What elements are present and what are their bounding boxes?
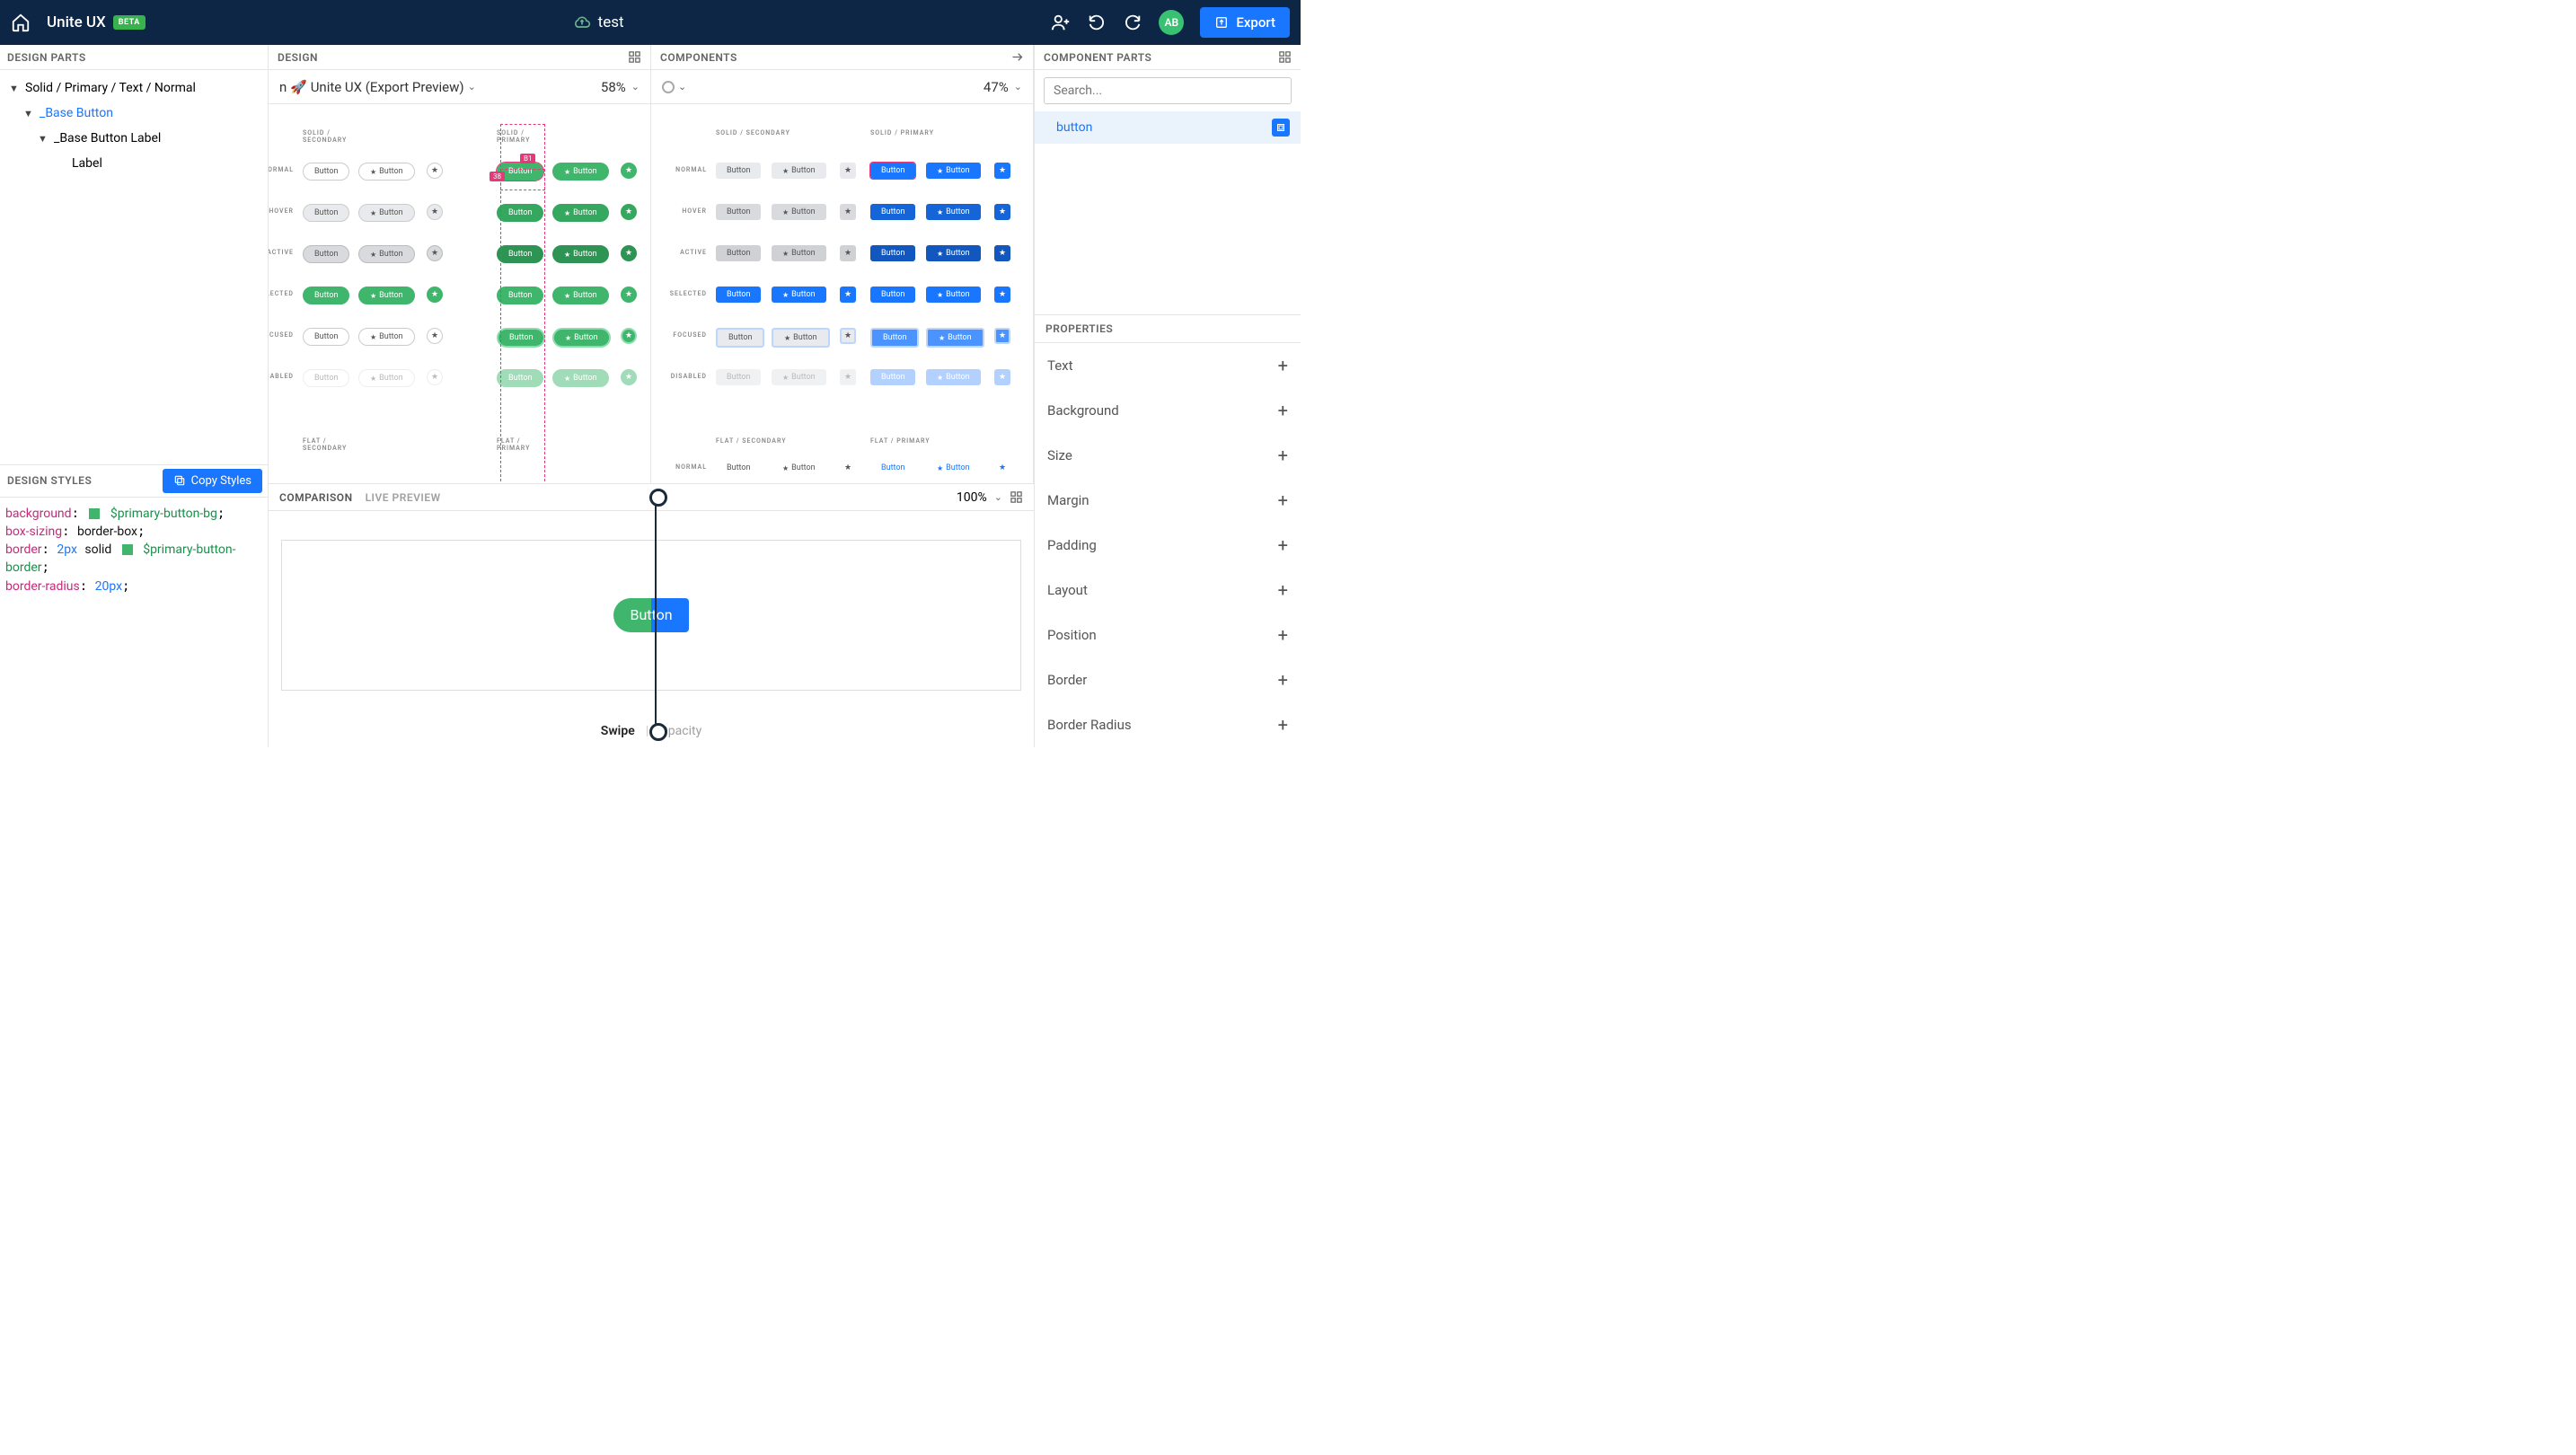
beta-badge: BETA bbox=[113, 15, 146, 30]
color-swatch bbox=[122, 544, 133, 555]
tree-l1-label: _Base Button bbox=[40, 106, 113, 120]
design-zoom[interactable]: 58% ⌄ bbox=[601, 79, 640, 95]
components-breadcrumb[interactable]: ⌄ bbox=[662, 81, 686, 93]
radio-icon bbox=[662, 81, 675, 93]
collapse-icon[interactable] bbox=[1010, 50, 1024, 64]
design-canvas[interactable]: SOLID / SECONDARYSOLID / PRIMARYNORMALBu… bbox=[269, 104, 650, 483]
tree-root[interactable]: ▼ Solid / Primary / Text / Normal bbox=[0, 75, 268, 101]
property-label: Size bbox=[1047, 447, 1072, 463]
preview-button: Button bbox=[613, 598, 689, 632]
comparison-zoom[interactable]: 100% ⌄ bbox=[957, 490, 1023, 505]
property-row[interactable]: Border Radius + bbox=[1035, 702, 1301, 747]
property-row[interactable]: Border + bbox=[1035, 657, 1301, 702]
plus-icon: + bbox=[1278, 445, 1288, 466]
chevron-down-icon: ▼ bbox=[23, 108, 34, 119]
tab-comparison[interactable]: COMPARISON bbox=[279, 491, 353, 504]
chevron-down-icon: ⌄ bbox=[994, 491, 1002, 503]
mode-swipe[interactable]: Swipe bbox=[601, 724, 635, 738]
plus-icon: + bbox=[1278, 489, 1288, 511]
tree-label[interactable]: Label bbox=[0, 151, 268, 176]
property-row[interactable]: Size + bbox=[1035, 433, 1301, 478]
frame-icon bbox=[1272, 119, 1290, 137]
color-swatch bbox=[89, 508, 100, 519]
design-styles-header: DESIGN STYLES bbox=[7, 474, 92, 487]
redo-icon[interactable] bbox=[1123, 13, 1142, 32]
chevron-down-icon: ⌄ bbox=[678, 81, 686, 93]
export-button[interactable]: Export bbox=[1200, 7, 1290, 38]
topbar: Unite UX BETA test AB Export bbox=[0, 0, 1301, 45]
plus-icon: + bbox=[1278, 624, 1288, 646]
project-name: test bbox=[598, 13, 624, 31]
property-label: Layout bbox=[1047, 582, 1088, 598]
comparison-frame: Button bbox=[281, 540, 1021, 691]
plus-icon: + bbox=[1278, 579, 1288, 601]
divider: | bbox=[646, 724, 648, 738]
plus-icon: + bbox=[1278, 400, 1288, 421]
components-zoom[interactable]: 47% ⌄ bbox=[984, 79, 1022, 95]
property-row[interactable]: Layout + bbox=[1035, 568, 1301, 613]
copy-styles-label: Copy Styles bbox=[191, 474, 251, 488]
copy-styles-button[interactable]: Copy Styles bbox=[163, 469, 262, 493]
property-row[interactable]: Position + bbox=[1035, 613, 1301, 657]
swipe-handle[interactable] bbox=[655, 495, 657, 735]
plus-icon: + bbox=[1278, 355, 1288, 376]
property-label: Position bbox=[1047, 627, 1097, 643]
undo-icon[interactable] bbox=[1087, 13, 1107, 32]
maximize-icon[interactable] bbox=[628, 50, 641, 64]
maximize-icon[interactable] bbox=[1010, 490, 1023, 504]
property-row[interactable]: Background + bbox=[1035, 388, 1301, 433]
preview-button-label: Button bbox=[613, 598, 689, 632]
property-label: Border Radius bbox=[1047, 717, 1132, 733]
chevron-down-icon: ▼ bbox=[9, 83, 20, 94]
components-header: COMPONENTS bbox=[660, 51, 737, 64]
property-row[interactable]: Text + bbox=[1035, 343, 1301, 388]
property-label: Padding bbox=[1047, 537, 1097, 553]
maximize-icon[interactable] bbox=[1278, 50, 1292, 64]
plus-icon: + bbox=[1278, 669, 1288, 691]
export-label: Export bbox=[1236, 14, 1275, 31]
chevron-down-icon: ⌄ bbox=[468, 81, 476, 93]
styles-code: background: $primary-button-bg; box-sizi… bbox=[0, 498, 268, 603]
add-user-icon[interactable] bbox=[1051, 13, 1071, 32]
tree-l2-label: _Base Button Label bbox=[54, 131, 161, 146]
brand-label: Unite UX bbox=[47, 13, 106, 31]
component-parts-header: COMPONENT PARTS bbox=[1044, 51, 1151, 64]
tree-root-label: Solid / Primary / Text / Normal bbox=[25, 81, 196, 95]
tab-live-preview[interactable]: LIVE PREVIEW bbox=[366, 491, 441, 504]
design-parts-header: DESIGN PARTS bbox=[0, 45, 268, 70]
cloud-icon bbox=[573, 13, 591, 31]
component-part-label: button bbox=[1056, 120, 1092, 135]
selection-badge: B1 bbox=[520, 154, 535, 163]
plus-icon: + bbox=[1278, 714, 1288, 736]
property-label: Margin bbox=[1047, 492, 1090, 508]
property-label: Border bbox=[1047, 672, 1087, 688]
copy-icon bbox=[173, 474, 186, 487]
property-label: Text bbox=[1047, 357, 1073, 374]
components-canvas[interactable]: SOLID / SECONDARYSOLID / PRIMARYNORMALBu… bbox=[651, 104, 1033, 483]
tree-base-button-label[interactable]: ▼ _Base Button Label bbox=[0, 126, 268, 151]
avatar[interactable]: AB bbox=[1159, 10, 1184, 35]
property-label: Background bbox=[1047, 402, 1119, 419]
tree-base-button[interactable]: ▼ _Base Button bbox=[0, 101, 268, 126]
search-input[interactable] bbox=[1044, 77, 1292, 104]
home-icon[interactable] bbox=[11, 13, 31, 32]
chevron-down-icon: ⌄ bbox=[1014, 81, 1022, 93]
tree-l3-label: Label bbox=[72, 156, 102, 171]
design-header: DESIGN bbox=[278, 51, 318, 64]
property-row[interactable]: Padding + bbox=[1035, 523, 1301, 568]
chevron-down-icon: ⌄ bbox=[631, 81, 640, 93]
property-row[interactable]: Margin + bbox=[1035, 478, 1301, 523]
chevron-down-icon: ▼ bbox=[38, 133, 49, 145]
properties-header: PROPERTIES bbox=[1035, 315, 1301, 343]
component-part-button[interactable]: button bbox=[1035, 111, 1301, 144]
plus-icon: + bbox=[1278, 534, 1288, 556]
export-icon bbox=[1214, 15, 1229, 30]
selection-badge: 38 bbox=[490, 172, 505, 181]
design-breadcrumb[interactable]: n 🚀 Unite UX (Export Preview) ⌄ bbox=[279, 79, 476, 95]
